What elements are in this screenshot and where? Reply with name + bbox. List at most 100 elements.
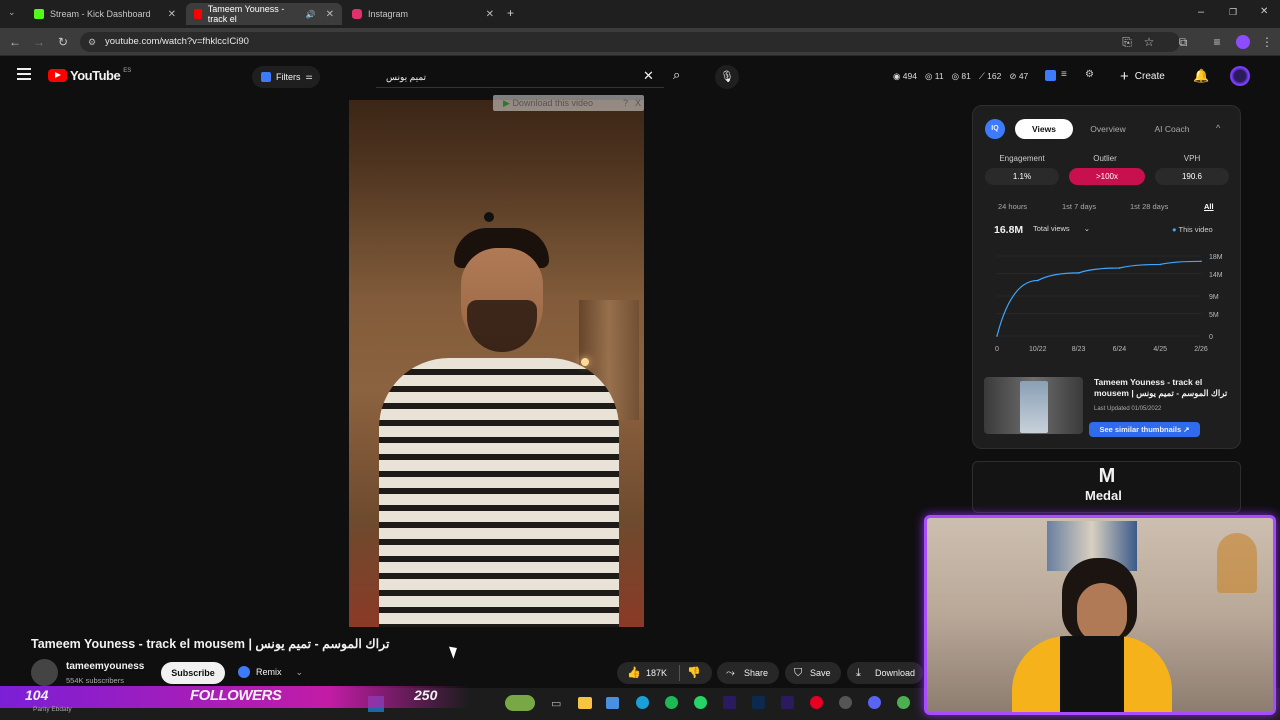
weather-icon[interactable] bbox=[505, 695, 535, 711]
maximize-icon[interactable]: ❐ bbox=[1229, 7, 1237, 18]
data-point bbox=[1037, 279, 1039, 282]
chrome-icon[interactable] bbox=[897, 696, 910, 709]
new-tab-icon[interactable]: + bbox=[507, 6, 514, 20]
obs-icon[interactable] bbox=[839, 696, 852, 709]
video-player[interactable] bbox=[349, 100, 644, 627]
channel-name[interactable]: tameemyouness bbox=[66, 661, 144, 672]
channel-avatar[interactable] bbox=[31, 659, 58, 686]
range-all[interactable]: All bbox=[1204, 202, 1214, 211]
engagement-label: Engagement bbox=[999, 154, 1045, 163]
range-28d[interactable]: 1st 28 days bbox=[1130, 202, 1168, 211]
extensions-icon[interactable]: ⧉ bbox=[1174, 33, 1192, 51]
medal-widget[interactable]: M Medal bbox=[972, 461, 1241, 513]
pinterest-icon[interactable] bbox=[810, 696, 823, 709]
save-button[interactable]: ⛉ Save bbox=[785, 662, 841, 684]
share-button[interactable]: ⤳ Share bbox=[717, 662, 779, 684]
data-point bbox=[1077, 272, 1080, 274]
thumbs-up-icon[interactable]: 👍 bbox=[627, 662, 641, 684]
task-view-icon[interactable]: ▭ bbox=[551, 697, 561, 710]
hamburger-menu-icon[interactable] bbox=[17, 68, 31, 80]
see-similar-thumbnails-button[interactable]: See similar thumbnails ↗ bbox=[1089, 422, 1200, 437]
close-window-icon[interactable]: ✕ bbox=[1260, 6, 1268, 17]
download-video-bar[interactable]: ▶ Download this video ? X bbox=[493, 95, 644, 111]
photoshop-icon[interactable] bbox=[752, 696, 765, 709]
thumbs-down-icon[interactable]: 👎 bbox=[687, 662, 701, 684]
install-icon[interactable]: ⎘ bbox=[1118, 33, 1136, 51]
tab-overview[interactable]: Overview bbox=[1081, 119, 1135, 139]
microphone-icon[interactable]: 🎙 bbox=[715, 65, 739, 89]
tab-bar: ⌄ Stream - Kick Dashboard ✕ Tameem Youne… bbox=[0, 0, 1280, 28]
puzzle-icon[interactable]: ⚙ bbox=[1085, 69, 1094, 80]
site-info-icon[interactable]: ⚙ bbox=[88, 32, 96, 52]
premiere-icon[interactable] bbox=[723, 696, 736, 709]
subscribe-button[interactable]: Subscribe bbox=[161, 662, 225, 684]
search-icon[interactable]: ⌕ bbox=[673, 67, 680, 83]
legend-label: This video bbox=[1178, 225, 1213, 234]
close-icon[interactable]: ✕ bbox=[326, 9, 334, 20]
x-tick-label: 2/26 bbox=[1194, 346, 1208, 353]
filters-button[interactable]: Filters ⚌ bbox=[252, 66, 320, 88]
range-24h[interactable]: 24 hours bbox=[998, 202, 1027, 211]
vph-label: VPH bbox=[1183, 154, 1201, 163]
series-line-this-video bbox=[996, 260, 1202, 337]
iq-extension-icon[interactable] bbox=[1045, 70, 1056, 81]
stat-b: 81 bbox=[961, 71, 971, 81]
create-button[interactable]: + Create bbox=[1120, 66, 1165, 88]
video-title: Tameem Youness - track el mousem | تراك … bbox=[31, 637, 390, 651]
help-icon[interactable]: ? bbox=[623, 95, 628, 111]
whatsapp-icon[interactable] bbox=[694, 696, 707, 709]
clear-search-icon[interactable]: ✕ bbox=[643, 68, 654, 84]
close-icon[interactable]: X bbox=[635, 95, 641, 111]
media-icon[interactable]: ≡ bbox=[1208, 33, 1226, 51]
close-icon[interactable]: ✕ bbox=[168, 9, 176, 20]
close-icon[interactable]: ✕ bbox=[486, 9, 494, 20]
tab-ai-coach[interactable]: AI Coach bbox=[1143, 119, 1201, 139]
back-icon[interactable]: ← bbox=[6, 33, 24, 51]
store-icon[interactable] bbox=[606, 697, 619, 709]
address-bar: ← → ↻ ⚙ youtube.com/watch?v=fhklccICi90 … bbox=[0, 28, 1280, 56]
url-field[interactable]: ⚙ youtube.com/watch?v=fhklccICi90 bbox=[80, 32, 1180, 52]
filters-label: Filters bbox=[276, 72, 301, 82]
spotify-icon[interactable] bbox=[665, 696, 678, 709]
tab-views[interactable]: Views bbox=[1015, 119, 1073, 139]
edge-icon[interactable] bbox=[636, 696, 649, 709]
forward-icon[interactable]: → bbox=[30, 33, 48, 51]
play-icon: ▶ bbox=[503, 98, 510, 108]
data-point bbox=[996, 335, 998, 337]
tab-search-icon[interactable]: ⌄ bbox=[8, 7, 16, 18]
create-label: Create bbox=[1134, 71, 1165, 82]
video-thumbnail[interactable] bbox=[984, 377, 1083, 434]
range-7d[interactable]: 1st 7 days bbox=[1062, 202, 1096, 211]
menu-dots-icon[interactable]: ⋮ bbox=[1258, 33, 1276, 51]
profile-avatar[interactable] bbox=[1236, 35, 1250, 49]
audio-icon[interactable]: 🔊 bbox=[306, 10, 316, 19]
reload-icon[interactable]: ↻ bbox=[54, 33, 72, 51]
search-input[interactable]: تميم يونس bbox=[376, 66, 664, 88]
remix-button[interactable]: Remix ⌄ bbox=[238, 666, 303, 678]
download-button[interactable]: ⤓ Download bbox=[847, 662, 923, 684]
tab-instagram[interactable]: Instagram ✕ bbox=[344, 3, 502, 25]
bookmark-icon: ⛉ bbox=[794, 667, 803, 679]
collapse-chevron-icon[interactable]: ^ bbox=[1216, 123, 1220, 133]
file-explorer-icon[interactable] bbox=[578, 697, 592, 709]
youtube-logo[interactable]: YouTube ES bbox=[48, 68, 131, 83]
tab-label: Stream - Kick Dashboard bbox=[50, 9, 151, 19]
sliders-icon: ⚌ bbox=[305, 72, 313, 81]
after-effects-icon[interactable] bbox=[781, 696, 794, 709]
plus-icon: + bbox=[1120, 68, 1129, 85]
share-label: Share bbox=[744, 668, 769, 678]
list-icon[interactable]: ≡ bbox=[1061, 69, 1067, 80]
discord-icon[interactable] bbox=[868, 696, 881, 709]
chart-legend: ● This video bbox=[1172, 225, 1213, 234]
minimize-icon[interactable]: – bbox=[1198, 6, 1204, 18]
notifications-bell-icon[interactable]: 🔔 bbox=[1193, 68, 1209, 84]
tab-kick[interactable]: Stream - Kick Dashboard ✕ bbox=[26, 3, 184, 25]
outlier-label: Outlier bbox=[1093, 154, 1117, 163]
total-views-select[interactable]: Total views ⌄ bbox=[1033, 224, 1090, 233]
avatar[interactable] bbox=[1230, 66, 1250, 86]
tab-youtube[interactable]: Tameem Youness - track el 🔊 ✕ bbox=[186, 3, 342, 25]
iq-logo-icon: IQ bbox=[985, 119, 1005, 139]
y-tick-label: 18M bbox=[1209, 254, 1223, 261]
vidiq-panel: IQ Views Overview AI Coach ^ Engagement … bbox=[972, 105, 1241, 449]
bookmark-star-icon[interactable]: ☆ bbox=[1140, 33, 1158, 51]
